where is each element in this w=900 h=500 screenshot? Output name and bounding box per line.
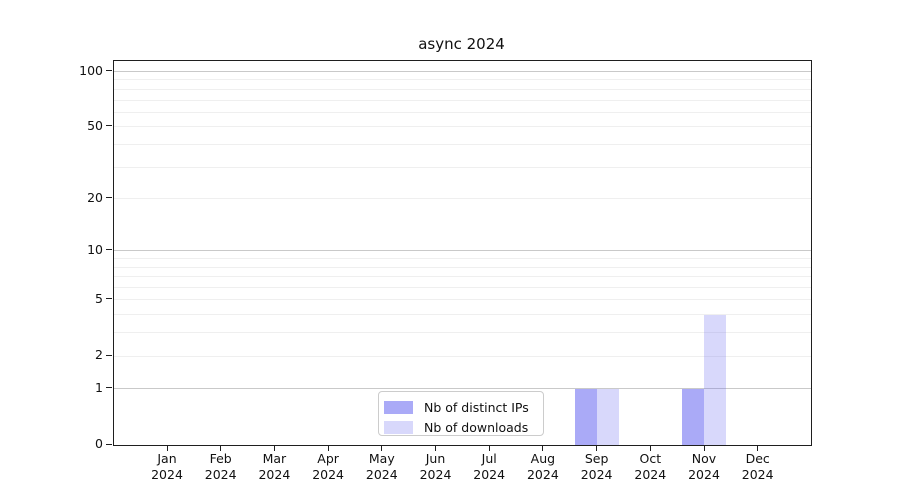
gridline-minor: [114, 89, 811, 90]
y-tick-label: 5: [63, 292, 103, 306]
y-tick-label: 10: [63, 243, 103, 257]
y-tick-label: 20: [63, 191, 103, 205]
gridline-minor: [114, 167, 811, 168]
chart-title: async 2024: [113, 35, 810, 55]
y-tick-label: 2: [63, 348, 103, 362]
y-tick-label: 50: [63, 119, 103, 133]
gridline-minor: [114, 287, 811, 288]
bar-distinct-ips: [682, 389, 704, 445]
y-tick-mark: [106, 355, 112, 356]
gridline-major: [114, 71, 811, 72]
legend-label: Nb of downloads: [424, 420, 528, 435]
x-tick-year: 2024: [726, 467, 790, 483]
x-tick-month: Dec: [726, 451, 790, 467]
legend-item: Nb of downloads: [384, 417, 543, 437]
legend: Nb of distinct IPs Nb of downloads: [378, 391, 544, 436]
gridline-minor: [114, 299, 811, 300]
y-tick-mark: [106, 387, 112, 388]
gridline-major: [114, 250, 811, 251]
gridline-minor: [114, 258, 811, 259]
x-tick-label: Dec2024: [726, 451, 790, 482]
y-tick-mark: [106, 197, 112, 198]
gridline-minor: [114, 198, 811, 199]
y-tick-label: 1: [63, 381, 103, 395]
plot-area: [113, 60, 812, 446]
legend-label: Nb of distinct IPs: [424, 400, 529, 415]
y-tick-label: 100: [63, 64, 103, 78]
y-tick-label: 0: [63, 437, 103, 451]
gridline-minor: [114, 79, 811, 80]
gridline-minor: [114, 126, 811, 127]
legend-item: Nb of distinct IPs: [384, 397, 543, 417]
download-stats-chart: async 2024 Nb of distinct IPs Nb of downl…: [0, 0, 900, 500]
y-tick-mark: [106, 70, 112, 71]
gridline-minor: [114, 144, 811, 145]
y-tick-mark: [106, 298, 112, 299]
gridline-minor: [114, 276, 811, 277]
y-tick-mark: [106, 249, 112, 250]
gridline-minor: [114, 100, 811, 101]
bar-downloads: [597, 389, 619, 445]
y-tick-mark: [106, 444, 112, 445]
bar-distinct-ips: [575, 389, 597, 445]
gridline-minor: [114, 267, 811, 268]
bar-downloads: [704, 315, 726, 445]
legend-swatch-downloads: [384, 421, 413, 434]
y-tick-mark: [106, 125, 112, 126]
legend-swatch-distinct-ips: [384, 401, 413, 414]
gridline-minor: [114, 112, 811, 113]
